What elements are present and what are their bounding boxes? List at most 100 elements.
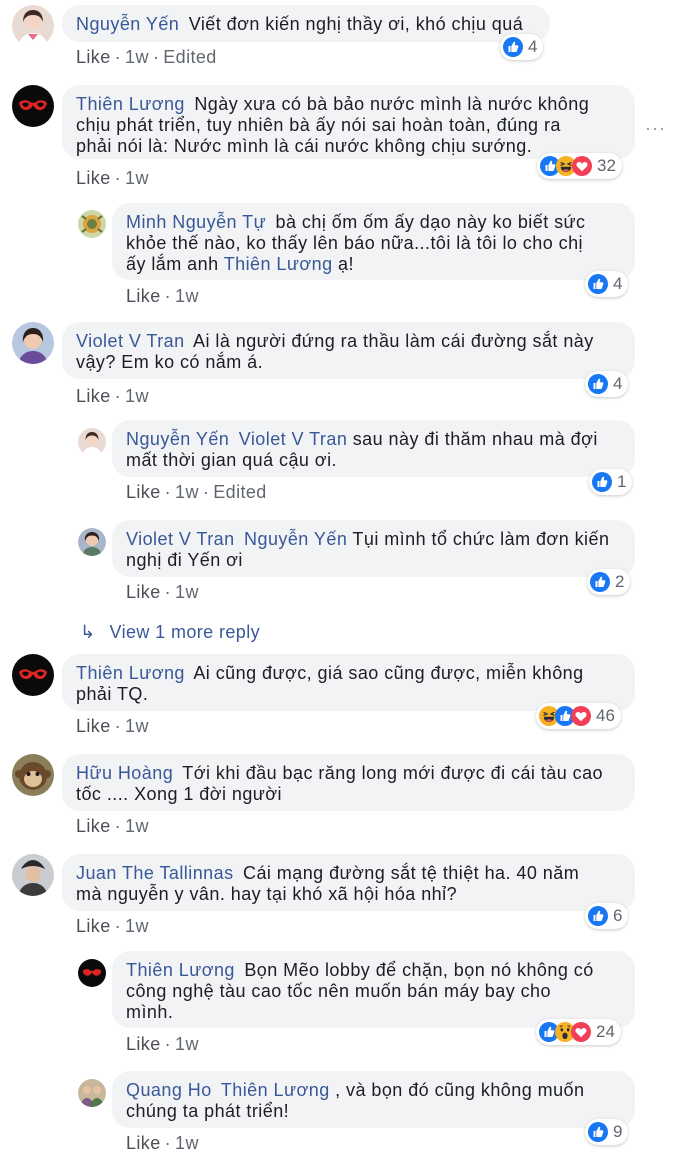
- reply-text-line: Tụi mình tổ chức làm đơn kiến: [352, 529, 610, 549]
- like-link[interactable]: Like: [76, 916, 111, 936]
- avatar[interactable]: [12, 754, 54, 796]
- reply-bubble: Violet V Tran Nguyễn Yến Tụi mình tổ chứ…: [112, 520, 635, 577]
- comment-author[interactable]: Nguyễn Yến: [76, 14, 179, 34]
- more-options-icon[interactable]: ···: [645, 118, 666, 139]
- reply-text-line: nghị đi Yến ơi: [126, 550, 243, 570]
- avatar[interactable]: [78, 1079, 106, 1107]
- avatar[interactable]: [78, 528, 106, 556]
- reaction-count: 32: [597, 156, 616, 175]
- like-reaction-icon: [588, 1122, 608, 1142]
- comment-text-line: Ai cũng được, giá sao cũng được, miễn kh…: [193, 663, 584, 683]
- comment-time[interactable]: 1w: [125, 168, 149, 188]
- reply-meta: Like · 1w: [126, 582, 199, 602]
- comment-time[interactable]: 1w: [125, 47, 149, 67]
- woman-avatar-icon: [78, 428, 106, 456]
- like-link[interactable]: Like: [76, 716, 111, 736]
- comment-time[interactable]: 1w: [125, 716, 149, 736]
- avatar[interactable]: [78, 428, 106, 456]
- like-link[interactable]: Like: [126, 582, 161, 602]
- reaction-count: 1: [617, 472, 627, 491]
- avatar[interactable]: [12, 654, 54, 696]
- comment-author[interactable]: Thiên Lương: [76, 663, 185, 683]
- avatar[interactable]: [12, 85, 54, 127]
- like-link[interactable]: Like: [76, 816, 111, 836]
- reply-bubble: Thiên Lương Bọn Mẽo lobby để chặn, bọn n…: [112, 951, 635, 1028]
- reply-author[interactable]: Thiên Lương: [126, 960, 235, 980]
- reply-text-line: , và bọn đó cũng không muốn: [335, 1080, 585, 1100]
- like-link[interactable]: Like: [126, 286, 161, 306]
- avatar[interactable]: [12, 322, 54, 364]
- reaction-summary[interactable]: 4: [585, 371, 629, 397]
- comment-text-line: phải TQ.: [76, 684, 149, 704]
- comment-text-line: tốc .... Xong 1 đời người: [76, 784, 283, 804]
- comment-meta: Like · 1w: [76, 816, 149, 836]
- reply-author[interactable]: Violet V Tran: [126, 529, 235, 549]
- reply-time[interactable]: 1w: [175, 582, 199, 602]
- red-glasses-avatar-icon: [12, 654, 54, 696]
- reply-text-line: bà chị ốm ốm ấy dạo này ko biết sức: [275, 212, 586, 232]
- comment-text-line: Ngày xưa có bà bảo nước mình là nước khô…: [194, 94, 590, 114]
- reply-bubble: Quang Ho Thiên Lương , và bọn đó cũng kh…: [112, 1071, 635, 1128]
- comment-author[interactable]: Juan The Tallinnas: [76, 863, 234, 883]
- reply-time[interactable]: 1w: [175, 1034, 199, 1054]
- reaction-summary[interactable]: 32: [537, 153, 622, 179]
- view-more-label[interactable]: View 1 more reply: [109, 622, 260, 642]
- reaction-summary[interactable]: 46: [536, 703, 621, 729]
- like-link[interactable]: Like: [126, 1133, 161, 1153]
- avatar[interactable]: [12, 854, 54, 896]
- reaction-summary[interactable]: 6: [585, 903, 629, 929]
- reaction-summary[interactable]: 24: [536, 1019, 621, 1045]
- girl-avatar-icon: [78, 528, 106, 556]
- edited-label[interactable]: Edited: [163, 47, 216, 67]
- reply-time[interactable]: 1w: [175, 1133, 199, 1153]
- like-link[interactable]: Like: [76, 47, 111, 67]
- comment-text-line: Cái mạng đường sắt tệ thiệt ha. 40 năm: [243, 863, 580, 883]
- avatar[interactable]: [78, 210, 106, 238]
- comment-author[interactable]: Thiên Lương: [76, 94, 185, 114]
- mention-link[interactable]: Nguyễn Yến: [244, 529, 347, 549]
- reaction-summary[interactable]: 4: [585, 271, 629, 297]
- mention-link[interactable]: Thiên Lương: [224, 254, 333, 274]
- avatar[interactable]: [12, 5, 54, 47]
- reply-author[interactable]: Nguyễn Yến: [126, 429, 229, 449]
- reply-text-end: ạ!: [338, 254, 354, 274]
- comment-meta: Like · 1w: [76, 168, 149, 188]
- comment-author[interactable]: Hữu Hoàng: [76, 763, 173, 783]
- love-reaction-icon: [571, 706, 591, 726]
- edited-label[interactable]: Edited: [213, 482, 266, 502]
- mention-link[interactable]: Violet V Tran: [239, 429, 348, 449]
- comment-meta: Like · 1w: [76, 716, 149, 736]
- comment-time[interactable]: 1w: [125, 386, 149, 406]
- like-link[interactable]: Like: [126, 1034, 161, 1054]
- reply-text-line: chúng ta phát triển!: [126, 1101, 290, 1121]
- flower-avatar-icon: [78, 210, 106, 238]
- mention-link[interactable]: Thiên Lương: [221, 1080, 330, 1100]
- reaction-summary[interactable]: 2: [587, 569, 631, 595]
- comment-author[interactable]: Violet V Tran: [76, 331, 185, 351]
- comment-text-line: Tới khi đầu bạc răng long mới được đi cá…: [182, 763, 604, 783]
- view-more-replies-link[interactable]: ↳ View 1 more reply: [80, 622, 260, 643]
- reply-author[interactable]: Quang Ho: [126, 1080, 212, 1100]
- like-link[interactable]: Like: [76, 168, 111, 188]
- comment-time[interactable]: 1w: [125, 916, 149, 936]
- like-reaction-icon: [588, 274, 608, 294]
- reply-text-line: mất thời gian quá cậu ơi.: [126, 450, 337, 470]
- avatar[interactable]: [78, 959, 106, 987]
- reply-time[interactable]: 1w: [175, 286, 199, 306]
- comment-time[interactable]: 1w: [125, 816, 149, 836]
- comment-text-line: phải nói là: Nước mình là cái nước không…: [76, 136, 533, 156]
- reply-time[interactable]: 1w: [175, 482, 199, 502]
- reply-author[interactable]: Minh Nguyễn Tự: [126, 212, 266, 232]
- like-link[interactable]: Like: [126, 482, 161, 502]
- reaction-summary[interactable]: 4: [500, 34, 544, 60]
- reaction-summary[interactable]: 1: [589, 469, 633, 495]
- reply-text-line: mình.: [126, 1002, 174, 1022]
- like-reaction-icon: [588, 374, 608, 394]
- comment-text: Viết đơn kiến nghị thầy ơi, khó chịu quá: [188, 14, 524, 34]
- reaction-count: 4: [613, 274, 623, 293]
- reaction-summary[interactable]: 9: [585, 1119, 629, 1145]
- comment-text-line: mà nguyễn y vân. hay tại khó xã hội hóa …: [76, 884, 458, 904]
- reply-bubble: Minh Nguyễn Tự bà chị ốm ốm ấy dạo này k…: [112, 203, 635, 280]
- like-reaction-icon: [503, 37, 523, 57]
- like-link[interactable]: Like: [76, 386, 111, 406]
